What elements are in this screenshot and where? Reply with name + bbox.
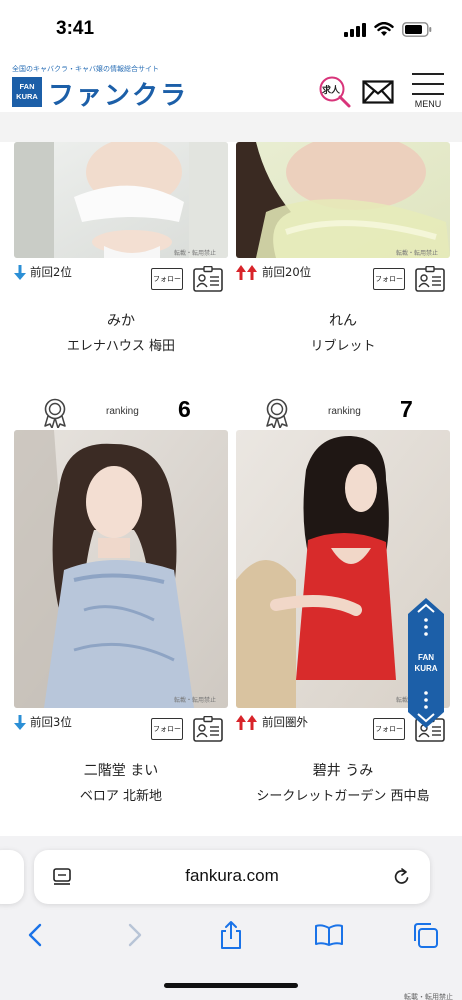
url-text[interactable]: fankura.com xyxy=(34,866,430,886)
svg-text:転載・転用禁止: 転載・転用禁止 xyxy=(174,249,216,257)
reload-icon[interactable] xyxy=(392,867,412,887)
bookmarks-button[interactable] xyxy=(312,918,346,952)
follow-button[interactable]: フォロー xyxy=(151,718,183,740)
ranking-header: ranking 7 xyxy=(236,396,450,432)
previous-rank-text: 前回20位 xyxy=(262,265,312,279)
ranking-card[interactable]: 転載・転用禁止 前回20位 フォロー れん リブレット xyxy=(236,142,450,372)
previous-rank: 前回3位 xyxy=(14,714,72,730)
logo-text[interactable]: ファンクラ xyxy=(48,75,188,112)
battery-icon xyxy=(402,22,432,37)
menu-button[interactable]: MENU xyxy=(408,71,448,111)
cast-name[interactable]: 碧井 うみ xyxy=(236,760,450,780)
tabs-icon xyxy=(414,923,438,948)
address-bar[interactable]: fankura.com xyxy=(34,850,430,904)
mail-icon xyxy=(362,80,394,104)
cast-photo-image: 転載・転用禁止 xyxy=(14,430,228,708)
browser-chrome: fankura.com 転載・転用禁止 xyxy=(0,836,462,1000)
recruit-label: 求人 xyxy=(322,86,341,96)
status-icons xyxy=(344,22,432,37)
shop-name[interactable]: エレナハウス 梅田 xyxy=(14,335,228,354)
cast-photo[interactable]: 転載・転用禁止 xyxy=(236,142,450,258)
menu-icon-line xyxy=(412,73,444,75)
profile-card-button[interactable] xyxy=(193,265,223,292)
chevron-right-icon xyxy=(128,923,142,947)
ranking-medal-icon xyxy=(44,398,66,428)
book-icon xyxy=(315,924,343,946)
site-header: 全国のキャバクラ・キャバ嬢の情報総合サイト FAN KURA ファンクラ 求人 … xyxy=(0,62,462,112)
shop-name[interactable]: ベロア 北新地 xyxy=(14,785,228,804)
previous-tab-peek[interactable] xyxy=(0,850,24,904)
cast-name[interactable]: 二階堂 まい xyxy=(14,760,228,780)
shop-name[interactable]: リブレット xyxy=(236,335,450,354)
follow-button[interactable]: フォロー xyxy=(151,268,183,290)
header-divider-band xyxy=(0,112,462,142)
site-tagline: 全国のキャバクラ・キャバ嬢の情報総合サイト xyxy=(12,65,159,73)
share-icon xyxy=(221,921,241,949)
floating-nav-shape xyxy=(408,598,444,728)
svg-text:転載・転用禁止: 転載・転用禁止 xyxy=(174,696,216,704)
logo-mark-line1: FAN xyxy=(19,82,35,91)
back-button[interactable] xyxy=(18,918,52,952)
floating-nav-label-line2: KURA xyxy=(414,664,438,673)
logo-mark[interactable]: FAN KURA xyxy=(12,77,42,107)
previous-rank: 前回圏外 xyxy=(236,714,308,730)
profile-card-icon xyxy=(415,265,445,292)
follow-button[interactable]: フォロー xyxy=(373,268,405,290)
logo-mark-line2: KURA xyxy=(16,92,38,101)
floating-side-nav[interactable]: FAN KURA xyxy=(408,598,444,728)
rank-number: 7 xyxy=(400,396,413,422)
rank-number: 6 xyxy=(178,396,191,422)
ranking-card[interactable]: 転載・転用禁止 前回2位 フォロー みか エレナハウス 梅田 xyxy=(14,142,228,372)
status-bar: 3:41 xyxy=(0,0,462,62)
previous-rank: 前回2位 xyxy=(14,264,72,280)
rank-down-arrow-icon xyxy=(14,714,26,730)
previous-rank: 前回20位 xyxy=(236,264,311,280)
previous-rank-text: 前回3位 xyxy=(30,715,72,729)
ranking-label: ranking xyxy=(106,406,139,417)
menu-icon-line xyxy=(412,93,444,95)
status-time: 3:41 xyxy=(56,18,95,39)
cast-photo[interactable]: 転載・転用禁止 xyxy=(14,142,228,258)
rank-down-arrow-icon xyxy=(14,264,26,280)
watermark-text: 転載・転用禁止 xyxy=(404,993,453,1000)
profile-card-button[interactable] xyxy=(415,265,445,292)
ranking-label: ranking xyxy=(328,406,361,417)
cast-photo-image: 転載・転用禁止 xyxy=(14,142,228,258)
chevron-left-icon xyxy=(28,923,42,947)
previous-rank-text: 前回2位 xyxy=(30,265,72,279)
home-indicator xyxy=(164,983,298,988)
shop-name[interactable]: シークレットガーデン 西中島 xyxy=(236,785,450,804)
profile-card-icon xyxy=(193,265,223,292)
wifi-icon xyxy=(374,22,394,36)
tabs-button[interactable] xyxy=(408,918,442,952)
cast-photo[interactable]: 転載・転用禁止 xyxy=(14,430,228,708)
cast-name[interactable]: れん xyxy=(236,310,450,330)
profile-card-icon xyxy=(193,715,223,742)
ranking-header: ranking 6 xyxy=(14,396,228,432)
menu-icon-line xyxy=(412,83,444,85)
forward-button[interactable] xyxy=(118,918,152,952)
cast-photo-image: 転載・転用禁止 xyxy=(236,142,450,258)
menu-label: MENU xyxy=(414,99,442,109)
recruit-button[interactable]: 求人 xyxy=(318,75,352,109)
ranking-medal-icon xyxy=(266,398,288,428)
floating-nav-label-line1: FAN xyxy=(418,653,434,662)
cast-name[interactable]: みか xyxy=(14,310,228,330)
ranking-card[interactable]: ranking 6 転載・転用禁止 前回3位 フォロー 二階堂 まい ベロア 北… xyxy=(14,396,228,808)
mail-button[interactable] xyxy=(362,80,394,108)
svg-text:転載・転用禁止: 転載・転用禁止 xyxy=(396,249,438,257)
rank-up-arrows-icon xyxy=(236,264,257,280)
share-button[interactable] xyxy=(214,918,248,952)
profile-card-button[interactable] xyxy=(193,715,223,742)
follow-button[interactable]: フォロー xyxy=(373,718,405,740)
signal-icon xyxy=(344,22,366,37)
previous-rank-text: 前回圏外 xyxy=(262,715,308,729)
rank-up-arrows-icon xyxy=(236,714,257,730)
